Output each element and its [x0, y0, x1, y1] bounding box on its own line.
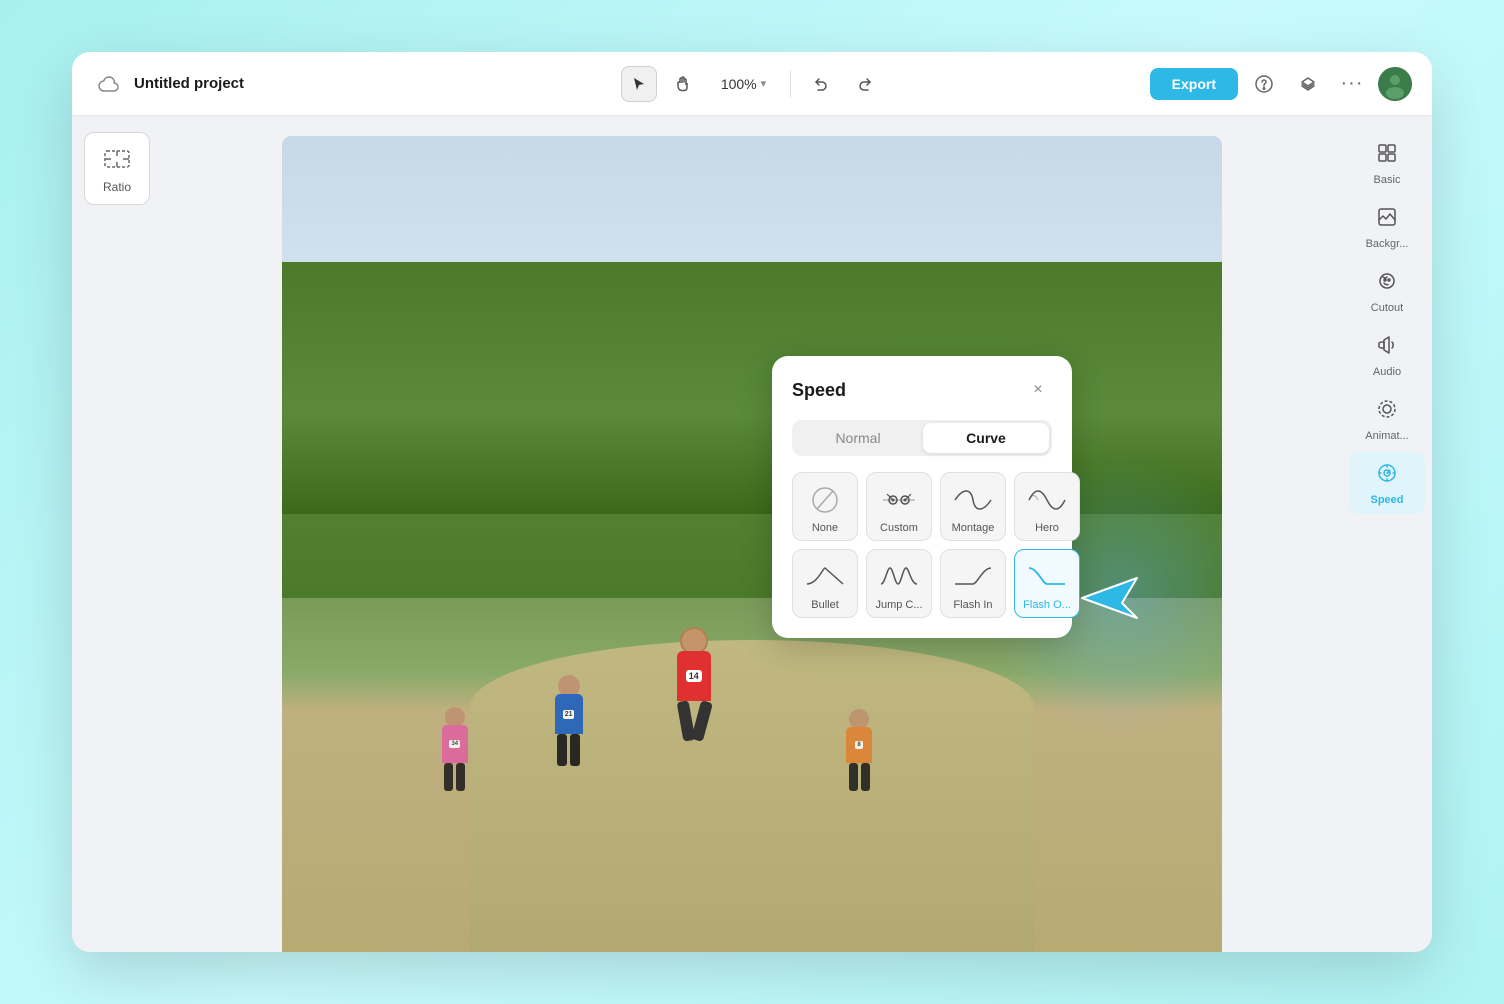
canvas-background: 14 21 — [282, 136, 1222, 952]
curve-none[interactable]: None — [792, 472, 858, 541]
sidebar-cutout-label: Cutout — [1371, 302, 1403, 314]
undo-button[interactable] — [803, 66, 839, 102]
curve-montage-label: Montage — [952, 522, 995, 534]
basic-icon — [1376, 142, 1398, 170]
canvas-image: 14 21 — [282, 136, 1222, 952]
curve-montage[interactable]: Montage — [940, 472, 1006, 541]
hand-tool-button[interactable] — [665, 66, 701, 102]
left-sidebar: Ratio — [72, 116, 162, 952]
sidebar-item-animate[interactable]: Animat... — [1349, 388, 1425, 450]
header-center: 100% ▾ — [621, 66, 883, 102]
curve-hero[interactable]: Hero — [1014, 472, 1080, 541]
sidebar-item-speed[interactable]: Speed — [1349, 452, 1425, 514]
header-divider — [790, 70, 791, 98]
curve-none-label: None — [812, 522, 838, 534]
sidebar-basic-label: Basic — [1374, 174, 1401, 186]
sidebar-item-basic[interactable]: Basic — [1349, 132, 1425, 194]
speed-popup: Speed × Normal Curve — [772, 356, 1072, 638]
ratio-button[interactable]: Ratio — [84, 132, 150, 205]
ratio-label: Ratio — [103, 180, 131, 194]
app-window: Untitled project 100% ▾ — [72, 52, 1432, 952]
cutout-icon — [1376, 270, 1398, 298]
curve-custom-label: Custom — [880, 522, 918, 534]
curve-bullet-label: Bullet — [811, 599, 839, 611]
canvas-area: 14 21 — [162, 116, 1342, 952]
curve-flashout[interactable]: Flash O... — [1014, 549, 1080, 618]
zoom-label: 100% — [721, 76, 757, 92]
curve-bullet[interactable]: Bullet — [792, 549, 858, 618]
zoom-chevron-icon: ▾ — [761, 77, 767, 90]
sidebar-background-label: Backgr... — [1366, 238, 1409, 250]
animate-icon — [1376, 398, 1398, 426]
background-icon — [1376, 206, 1398, 234]
cloud-icon — [92, 68, 124, 100]
avatar[interactable] — [1378, 67, 1412, 101]
curve-grid: None — [792, 472, 1052, 618]
tab-curve[interactable]: Curve — [923, 423, 1049, 453]
speed-icon — [1376, 462, 1398, 490]
sidebar-speed-label: Speed — [1370, 494, 1403, 506]
curve-flashout-label: Flash O... — [1023, 599, 1071, 611]
audio-icon — [1376, 334, 1398, 362]
tab-normal[interactable]: Normal — [795, 423, 921, 453]
export-button[interactable]: Export — [1150, 68, 1238, 100]
body: Ratio — [72, 116, 1432, 952]
sidebar-item-background[interactable]: Backgr... — [1349, 196, 1425, 258]
right-sidebar: Basic Backgr... — [1342, 116, 1432, 952]
curve-jumpcut-label: Jump C... — [875, 599, 922, 611]
more-options-button[interactable]: ··· — [1334, 66, 1370, 102]
zoom-button[interactable]: 100% ▾ — [709, 70, 778, 98]
tab-row: Normal Curve — [792, 420, 1052, 456]
layers-button[interactable] — [1290, 66, 1326, 102]
sidebar-animate-label: Animat... — [1365, 430, 1408, 442]
popup-header: Speed × — [792, 376, 1052, 404]
curve-custom[interactable]: Custom — [866, 472, 932, 541]
sidebar-audio-label: Audio — [1373, 366, 1401, 378]
project-title: Untitled project — [134, 75, 244, 92]
sidebar-item-audio[interactable]: Audio — [1349, 324, 1425, 386]
curve-flashin-label: Flash In — [953, 599, 992, 611]
select-tool-button[interactable] — [621, 66, 657, 102]
curve-hero-label: Hero — [1035, 522, 1059, 534]
popup-title: Speed — [792, 380, 846, 401]
curve-flashin[interactable]: Flash In — [940, 549, 1006, 618]
header-left: Untitled project — [92, 68, 609, 100]
sidebar-item-cutout[interactable]: Cutout — [1349, 260, 1425, 322]
curve-jumpcut[interactable]: Jump C... — [866, 549, 932, 618]
help-button[interactable] — [1246, 66, 1282, 102]
close-popup-button[interactable]: × — [1024, 376, 1052, 404]
header: Untitled project 100% ▾ — [72, 52, 1432, 116]
redo-button[interactable] — [847, 66, 883, 102]
header-right: Export ··· — [895, 66, 1412, 102]
